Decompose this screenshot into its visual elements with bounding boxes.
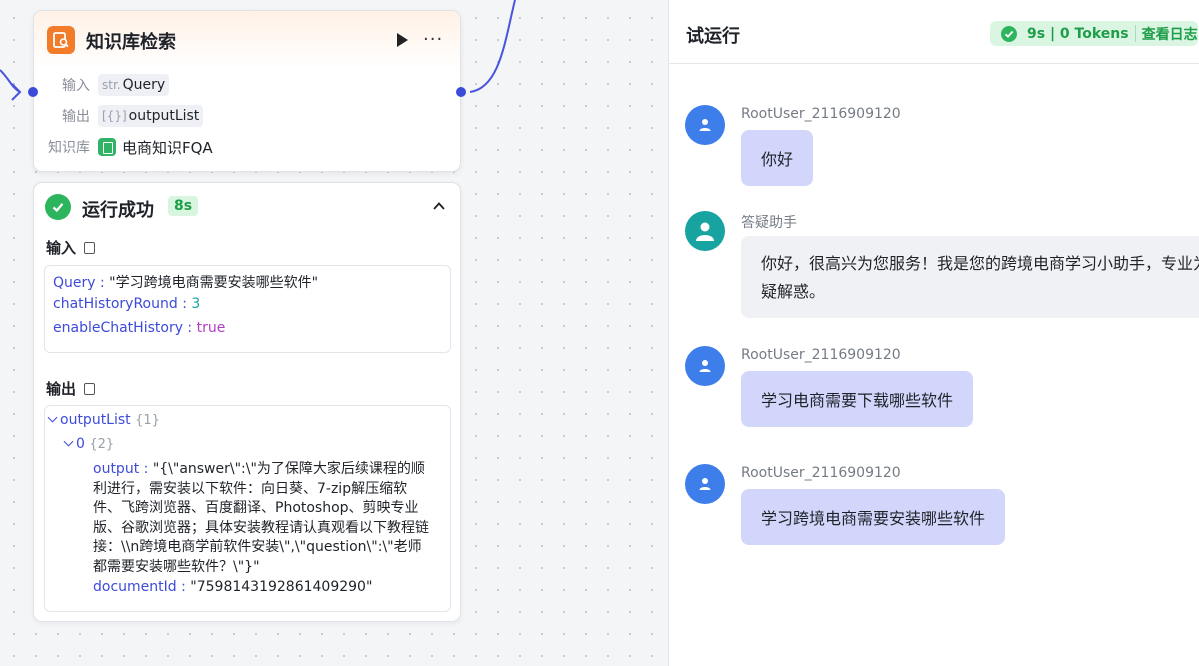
panel-title: 试运行 [686,26,740,47]
tree-node-output-list[interactable]: outputList {1} [47,412,160,428]
kv-colon: : [177,296,192,312]
chevron-down-icon [47,412,58,423]
run-status-badge: 9s | 0 Tokens 查看日志 [990,21,1198,46]
user-message-bubble: 学习电商需要下载哪些软件 [741,371,974,427]
input-section-title: 输入 [46,237,96,258]
view-log-link[interactable]: 查看日志 [1142,24,1198,44]
message-sender: RootUser_2116909120 [741,347,901,363]
document-id-field: documentId : "7598143192861409290" [93,579,372,595]
success-check-icon [1001,25,1017,42]
kv-colon: : [139,461,153,477]
output-variable[interactable]: [{}] outputList [98,105,204,127]
input-section-label: 输入 [46,239,77,257]
knowledge-search-icon [47,26,75,54]
user-avatar [685,105,725,145]
message-sender: RootUser_2116909120 [741,106,901,122]
kv-colon: : [95,275,110,291]
tree-key: outputList [60,412,131,428]
output-json-box: outputList {1} 0 {2} output : "{\"answer… [44,405,451,612]
dataset-icon [98,138,116,156]
more-options-icon[interactable]: ··· [423,29,443,50]
user-avatar [685,346,725,386]
node-input-row: 输入 str. Query [34,73,170,97]
input-kv-enable-chat-history: enableChatHistory : true [53,320,225,336]
chevron-up-icon[interactable] [432,199,446,213]
message-sender: RootUser_2116909120 [741,465,901,481]
kv-key: Query [53,275,96,291]
kv-value: "7598143192861409290" [190,579,373,595]
status-time-tokens: 9s | 0 Tokens [1027,25,1129,42]
input-label: 输入 [62,78,90,94]
tree-node-item-0[interactable]: 0 {2} [63,436,115,452]
knowledge-retrieval-node[interactable]: 知识库检索 ··· 输入 str. Query 输出 [{}] outputLi… [33,10,461,172]
input-variable[interactable]: str. Query [98,74,170,96]
divider [1134,25,1136,42]
run-time-badge: 8s [168,196,199,216]
kv-colon: : [182,320,197,336]
string-type-icon: str. [102,78,121,92]
kv-value: "{\"answer\":\"为了保障大家后续课程的顺利进行，需安装以下软件：向… [93,461,429,575]
trial-run-panel: 试运行 9s | 0 Tokens 查看日志 RootUser_21169091… [668,0,1199,666]
user-message-bubble: 学习跨境电商需要安装哪些软件 [741,489,1006,545]
output-port[interactable] [456,87,466,97]
kv-key: output [93,461,140,477]
node-header: 知识库检索 ··· [34,11,460,69]
user-avatar [685,464,725,504]
bot-message-bubble: 你好，很高兴为您服务！我是您的跨境电商学习小助手，专业为您答疑解惑。 [741,236,1199,318]
output-label: 输出 [62,109,90,125]
tree-count: {1} [135,413,160,428]
kv-colon: : [176,579,191,595]
copy-icon[interactable] [84,383,96,395]
kv-value: true [196,320,226,336]
kb-label: 知识库 [48,140,90,156]
output-variable-name: outputList [128,108,200,124]
output-section-title: 输出 [46,378,96,399]
node-title: 知识库检索 [86,32,176,53]
user-message-bubble: 你好 [741,130,814,186]
panel-header: 试运行 9s | 0 Tokens 查看日志 [669,0,1199,64]
tree-key: 0 [76,436,85,452]
input-json-box: Query : "学习跨境电商需要安装哪些软件" chatHistoryRoun… [44,265,451,353]
node-kb-row: 知识库 电商知识FQA [34,135,213,159]
kv-value: 3 [191,296,201,312]
input-variable-name: Query [122,77,166,93]
message-sender: 答疑助手 [741,215,797,231]
input-kv-chat-history-round: chatHistoryRound : 3 [53,296,200,312]
chevron-down-icon [63,436,74,447]
kb-name[interactable]: 电商知识FQA [122,137,213,158]
run-result-panel: 运行成功 8s 输入 Query : "学习跨境电商需要安装哪些软件" chat… [33,182,461,622]
kv-key: enableChatHistory [53,320,183,336]
run-icon[interactable] [394,31,410,49]
kv-key: documentId [93,579,177,595]
result-status-title: 运行成功 [82,200,154,221]
output-field: output : "{\"answer\":\"为了保障大家后续课程的顺利进行，… [93,460,435,577]
bot-avatar [685,211,725,251]
success-check-icon [45,194,71,220]
kv-value: "学习跨境电商需要安装哪些软件" [109,275,319,291]
input-port[interactable] [28,87,38,97]
input-kv-query: Query : "学习跨境电商需要安装哪些软件" [53,272,318,292]
tree-count: {2} [89,437,115,452]
node-output-row: 输出 [{}] outputList [34,104,204,128]
kv-key: chatHistoryRound [53,296,178,312]
output-section-label: 输出 [46,380,77,398]
array-object-type-icon: [{}] [102,109,127,123]
copy-icon[interactable] [84,242,96,254]
